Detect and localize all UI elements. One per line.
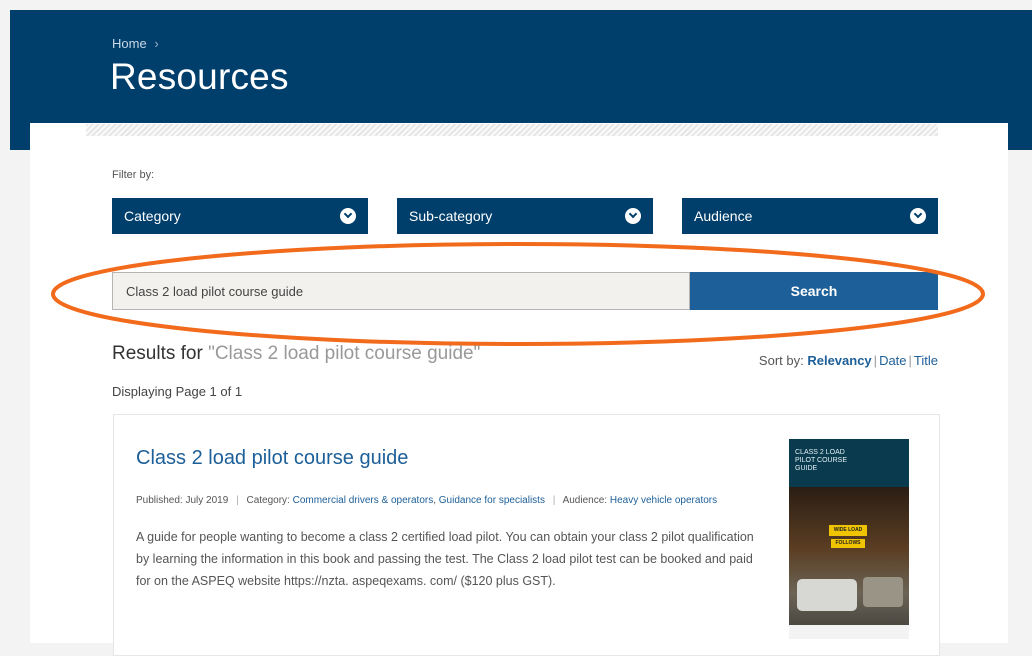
thumbnail-vehicle [797,579,857,611]
subcategory-dropdown-label: Sub-category [409,208,493,224]
category-link-specialists[interactable]: Guidance for specialists [439,495,545,506]
thumbnail-photo [789,487,909,639]
category-label: Category: [246,495,290,506]
published-value: July 2019 [185,495,229,506]
breadcrumb-separator: › [154,36,159,51]
thumbnail-sign-follows: FOLLOWS [831,539,865,548]
chevron-down-icon [340,208,356,224]
chevron-down-icon [910,208,926,224]
sort-date-link[interactable]: Date [879,353,906,368]
thumbnail-footer [789,625,909,639]
sort-title-link[interactable]: Title [914,353,938,368]
result-meta: Published: July 2019 | Category: Commerc… [136,495,718,506]
sort-relevancy-link[interactable]: Relevancy [807,353,871,368]
page-info: Displaying Page 1 of 1 [112,384,243,399]
category-link-commercial[interactable]: Commercial drivers & operators [293,495,434,506]
breadcrumb-home-link[interactable]: Home [112,36,147,51]
filter-label: Filter by: [112,169,155,181]
result-title-link[interactable]: Class 2 load pilot course guide [136,447,408,470]
page-title: Resources [110,56,289,97]
thumbnail-sign-wide-load: WIDE LOAD [829,525,867,536]
audience-link[interactable]: Heavy vehicle operators [610,495,717,506]
result-description: A guide for people wanting to become a c… [136,530,754,588]
breadcrumb: Home › [112,36,159,51]
thumbnail-vehicle-2 [863,577,903,607]
audience-dropdown[interactable]: Audience [682,198,938,234]
sort-controls: Sort by: Relevancy | Date | Title [758,353,938,368]
chevron-down-icon [625,208,641,224]
category-dropdown[interactable]: Category [112,198,368,234]
hatch-divider [86,124,938,136]
result-thumbnail[interactable]: CLASS 2 LOAD PILOT COURSE GUIDE WIDE LOA… [789,439,909,639]
published-label: Published: [136,495,183,506]
results-heading-query: "Class 2 load pilot course guide" [208,343,481,364]
sort-label: Sort by: [758,353,804,368]
audience-dropdown-label: Audience [694,208,753,224]
audience-label: Audience: [562,495,608,506]
results-heading: Results for "Class 2 load pilot course g… [112,343,480,365]
thumbnail-title: CLASS 2 LOAD PILOT COURSE GUIDE [795,449,847,472]
subcategory-dropdown[interactable]: Sub-category [397,198,653,234]
category-dropdown-label: Category [124,208,181,224]
results-heading-prefix: Results for [112,343,203,364]
highlight-ellipse-annotation [51,242,985,346]
